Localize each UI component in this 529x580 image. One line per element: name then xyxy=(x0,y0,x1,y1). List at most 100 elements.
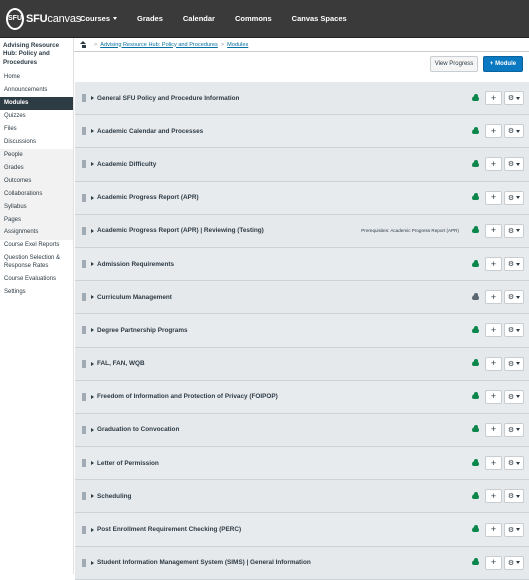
published-cloud-icon[interactable] xyxy=(472,359,479,367)
module-title[interactable]: Academic Progress Report (APR) xyxy=(97,194,199,201)
expand-triangle-icon[interactable] xyxy=(91,295,94,300)
module-settings-button[interactable]: ⚙ xyxy=(504,456,524,471)
module-settings-button[interactable]: ⚙ xyxy=(504,522,524,537)
expand-triangle-icon[interactable] xyxy=(91,494,94,499)
published-cloud-icon[interactable] xyxy=(472,491,479,499)
module-settings-button[interactable]: ⚙ xyxy=(504,157,524,172)
add-item-button[interactable]: + xyxy=(485,422,502,437)
published-cloud-icon[interactable] xyxy=(472,325,479,333)
global-nav-item[interactable]: Courses xyxy=(80,14,118,23)
drag-handle-icon[interactable] xyxy=(82,193,86,202)
expand-triangle-icon[interactable] xyxy=(91,328,94,333)
course-nav-item[interactable]: Home xyxy=(0,71,73,84)
module-row[interactable]: Academic Difficulty + ⚙ xyxy=(75,148,529,182)
course-nav-item[interactable]: Modules xyxy=(0,97,73,111)
module-settings-button[interactable]: ⚙ xyxy=(504,422,524,437)
add-item-button[interactable]: + xyxy=(485,223,502,238)
module-row[interactable]: General SFU Policy and Procedure Informa… xyxy=(75,82,529,116)
add-item-button[interactable]: + xyxy=(485,157,502,172)
add-item-button[interactable]: + xyxy=(485,124,502,139)
module-title[interactable]: Freedom of Information and Protection of… xyxy=(97,393,278,400)
drag-handle-icon[interactable] xyxy=(82,293,86,302)
course-nav-item[interactable]: Syllabus xyxy=(0,200,73,214)
expand-triangle-icon[interactable] xyxy=(91,262,94,267)
published-cloud-icon[interactable] xyxy=(472,425,479,433)
add-item-button[interactable]: + xyxy=(485,555,502,570)
add-item-button[interactable]: + xyxy=(485,489,502,504)
add-item-button[interactable]: + xyxy=(485,522,502,537)
course-nav-item[interactable]: Discussions xyxy=(0,136,73,149)
course-nav-item[interactable]: Outcomes xyxy=(0,174,73,188)
module-settings-button[interactable]: ⚙ xyxy=(504,489,524,504)
global-nav-item[interactable]: Grades xyxy=(137,14,163,23)
drag-handle-icon[interactable] xyxy=(82,359,86,368)
module-title[interactable]: Scheduling xyxy=(97,493,131,500)
add-item-button[interactable]: + xyxy=(485,190,502,205)
sfu-canvas-logo[interactable]: SFU SFUcanvas xyxy=(0,0,81,38)
course-title[interactable]: Advising Resource Hub: Policy and Proced… xyxy=(0,38,73,71)
drag-handle-icon[interactable] xyxy=(82,492,86,501)
module-title[interactable]: Graduation to Convocation xyxy=(97,426,179,433)
module-row[interactable]: Graduation to Convocation + ⚙ xyxy=(75,413,529,448)
expand-triangle-icon[interactable] xyxy=(91,394,94,399)
module-settings-button[interactable]: ⚙ xyxy=(504,323,524,338)
expand-triangle-icon[interactable] xyxy=(91,96,94,101)
module-settings-button[interactable]: ⚙ xyxy=(504,91,524,106)
published-cloud-icon[interactable] xyxy=(472,193,479,201)
module-title[interactable]: Student Information Management System (S… xyxy=(97,559,311,566)
course-nav-item[interactable]: Files xyxy=(0,123,73,136)
global-nav-item[interactable]: Commons xyxy=(235,14,272,23)
unpublished-cloud-icon[interactable] xyxy=(472,292,479,300)
drag-handle-icon[interactable] xyxy=(82,558,86,567)
module-settings-button[interactable]: ⚙ xyxy=(504,223,524,238)
global-nav-item[interactable]: Canvas Spaces xyxy=(292,14,347,23)
drag-handle-icon[interactable] xyxy=(82,425,86,434)
home-icon[interactable] xyxy=(80,41,87,48)
drag-handle-icon[interactable] xyxy=(82,94,86,103)
module-settings-button[interactable]: ⚙ xyxy=(504,190,524,205)
breadcrumb-course-link[interactable]: Advising Resource Hub: Policy and Proced… xyxy=(100,42,218,48)
drag-handle-icon[interactable] xyxy=(82,459,86,468)
module-row[interactable]: Scheduling + ⚙ xyxy=(75,480,529,514)
drag-handle-icon[interactable] xyxy=(82,525,86,534)
module-title[interactable]: Letter of Permission xyxy=(97,460,159,467)
module-title[interactable]: General SFU Policy and Procedure Informa… xyxy=(97,95,239,102)
drag-handle-icon[interactable] xyxy=(82,127,86,136)
drag-handle-icon[interactable] xyxy=(82,260,86,269)
module-row[interactable]: Freedom of Information and Protection of… xyxy=(75,380,529,414)
add-item-button[interactable]: + xyxy=(485,290,502,305)
breadcrumb-modules-link[interactable]: Modules xyxy=(227,42,248,48)
course-nav-item[interactable]: Course Exel Reports xyxy=(0,240,73,253)
published-cloud-icon[interactable] xyxy=(472,525,479,533)
add-item-button[interactable]: + xyxy=(485,91,502,106)
module-title[interactable]: Curriculum Management xyxy=(97,294,172,301)
global-nav-item[interactable]: Calendar xyxy=(183,14,215,23)
expand-triangle-icon[interactable] xyxy=(91,195,94,200)
module-row[interactable]: Academic Progress Report (APR) + ⚙ xyxy=(75,181,529,215)
module-row[interactable]: Post Enrollment Requirement Checking (PE… xyxy=(75,513,529,547)
module-row[interactable]: Academic Progress Report (APR) | Reviewi… xyxy=(75,214,529,248)
published-cloud-icon[interactable] xyxy=(472,458,479,466)
module-settings-button[interactable]: ⚙ xyxy=(504,389,524,404)
module-title[interactable]: Degree Partnership Programs xyxy=(97,327,188,334)
course-nav-item[interactable]: Quizzes xyxy=(0,110,73,123)
module-settings-button[interactable]: ⚙ xyxy=(504,124,524,139)
add-item-button[interactable]: + xyxy=(485,356,502,371)
module-title[interactable]: Academic Progress Report (APR) | Reviewi… xyxy=(97,227,264,234)
module-title[interactable]: Post Enrollment Requirement Checking (PE… xyxy=(97,526,241,533)
add-item-button[interactable]: + xyxy=(485,323,502,338)
published-cloud-icon[interactable] xyxy=(472,392,479,400)
drag-handle-icon[interactable] xyxy=(82,160,86,169)
course-nav-item[interactable]: Collaborations xyxy=(0,187,73,201)
module-title[interactable]: Admission Requirements xyxy=(97,261,174,268)
add-module-button[interactable]: + Module xyxy=(483,56,523,72)
expand-triangle-icon[interactable] xyxy=(91,527,94,532)
course-nav-item[interactable]: Course Evaluations xyxy=(0,274,73,287)
module-row[interactable]: Degree Partnership Programs + ⚙ xyxy=(75,314,529,348)
module-title[interactable]: FAL, FAN, WQB xyxy=(97,360,145,367)
published-cloud-icon[interactable] xyxy=(472,159,479,167)
module-settings-button[interactable]: ⚙ xyxy=(504,290,524,305)
course-nav-item[interactable]: Grades xyxy=(0,161,73,175)
module-row[interactable]: Academic Calendar and Processes + ⚙ xyxy=(75,115,529,149)
expand-triangle-icon[interactable] xyxy=(91,461,94,466)
